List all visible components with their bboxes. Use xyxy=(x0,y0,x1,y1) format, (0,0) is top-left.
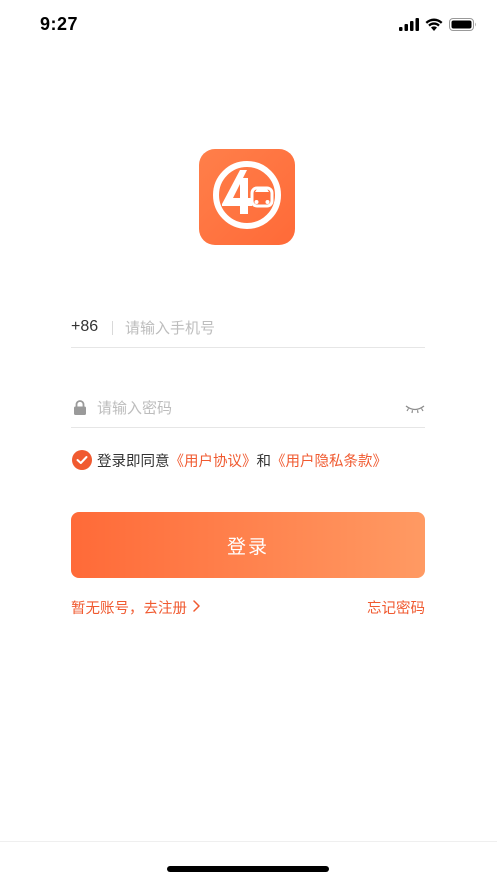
signal-icon xyxy=(399,18,419,31)
battery-icon xyxy=(449,18,477,31)
password-input[interactable] xyxy=(97,394,397,422)
register-label: 暂无账号，去注册 xyxy=(71,601,187,617)
eye-closed-icon[interactable] xyxy=(405,400,425,419)
privacy-policy-link[interactable]: 《用户隐私条款》 xyxy=(271,450,387,471)
agreement-and: 和 xyxy=(256,453,272,470)
agreement-checkbox[interactable] xyxy=(72,450,92,470)
app-logo xyxy=(199,149,295,245)
home-indicator[interactable] xyxy=(167,866,329,872)
phone-input[interactable] xyxy=(125,314,415,342)
user-agreement-link[interactable]: 《用户协议》 xyxy=(170,450,257,471)
field-divider xyxy=(112,321,113,335)
bottom-divider xyxy=(0,841,497,842)
status-bar: 9:27 xyxy=(0,0,497,54)
forgot-password-link[interactable]: 忘记密码 xyxy=(367,597,425,618)
login-button[interactable]: 登录 xyxy=(71,512,425,578)
app-logo-icon xyxy=(210,158,284,236)
agreement-row: 登录即同意 《用户协议》 和 《用户隐私条款》 xyxy=(72,449,387,471)
chevron-right-icon xyxy=(193,599,200,616)
lock-icon xyxy=(73,400,87,419)
check-icon xyxy=(76,456,88,464)
register-link[interactable]: 暂无账号，去注册 xyxy=(71,597,200,618)
wifi-icon xyxy=(425,18,443,31)
country-code[interactable]: +86 xyxy=(71,318,98,336)
phone-field: +86 xyxy=(71,308,425,348)
status-icons xyxy=(399,18,477,31)
password-field xyxy=(71,388,425,428)
agreement-prefix: 登录即同意 xyxy=(97,453,170,470)
status-time: 9:27 xyxy=(40,14,79,34)
